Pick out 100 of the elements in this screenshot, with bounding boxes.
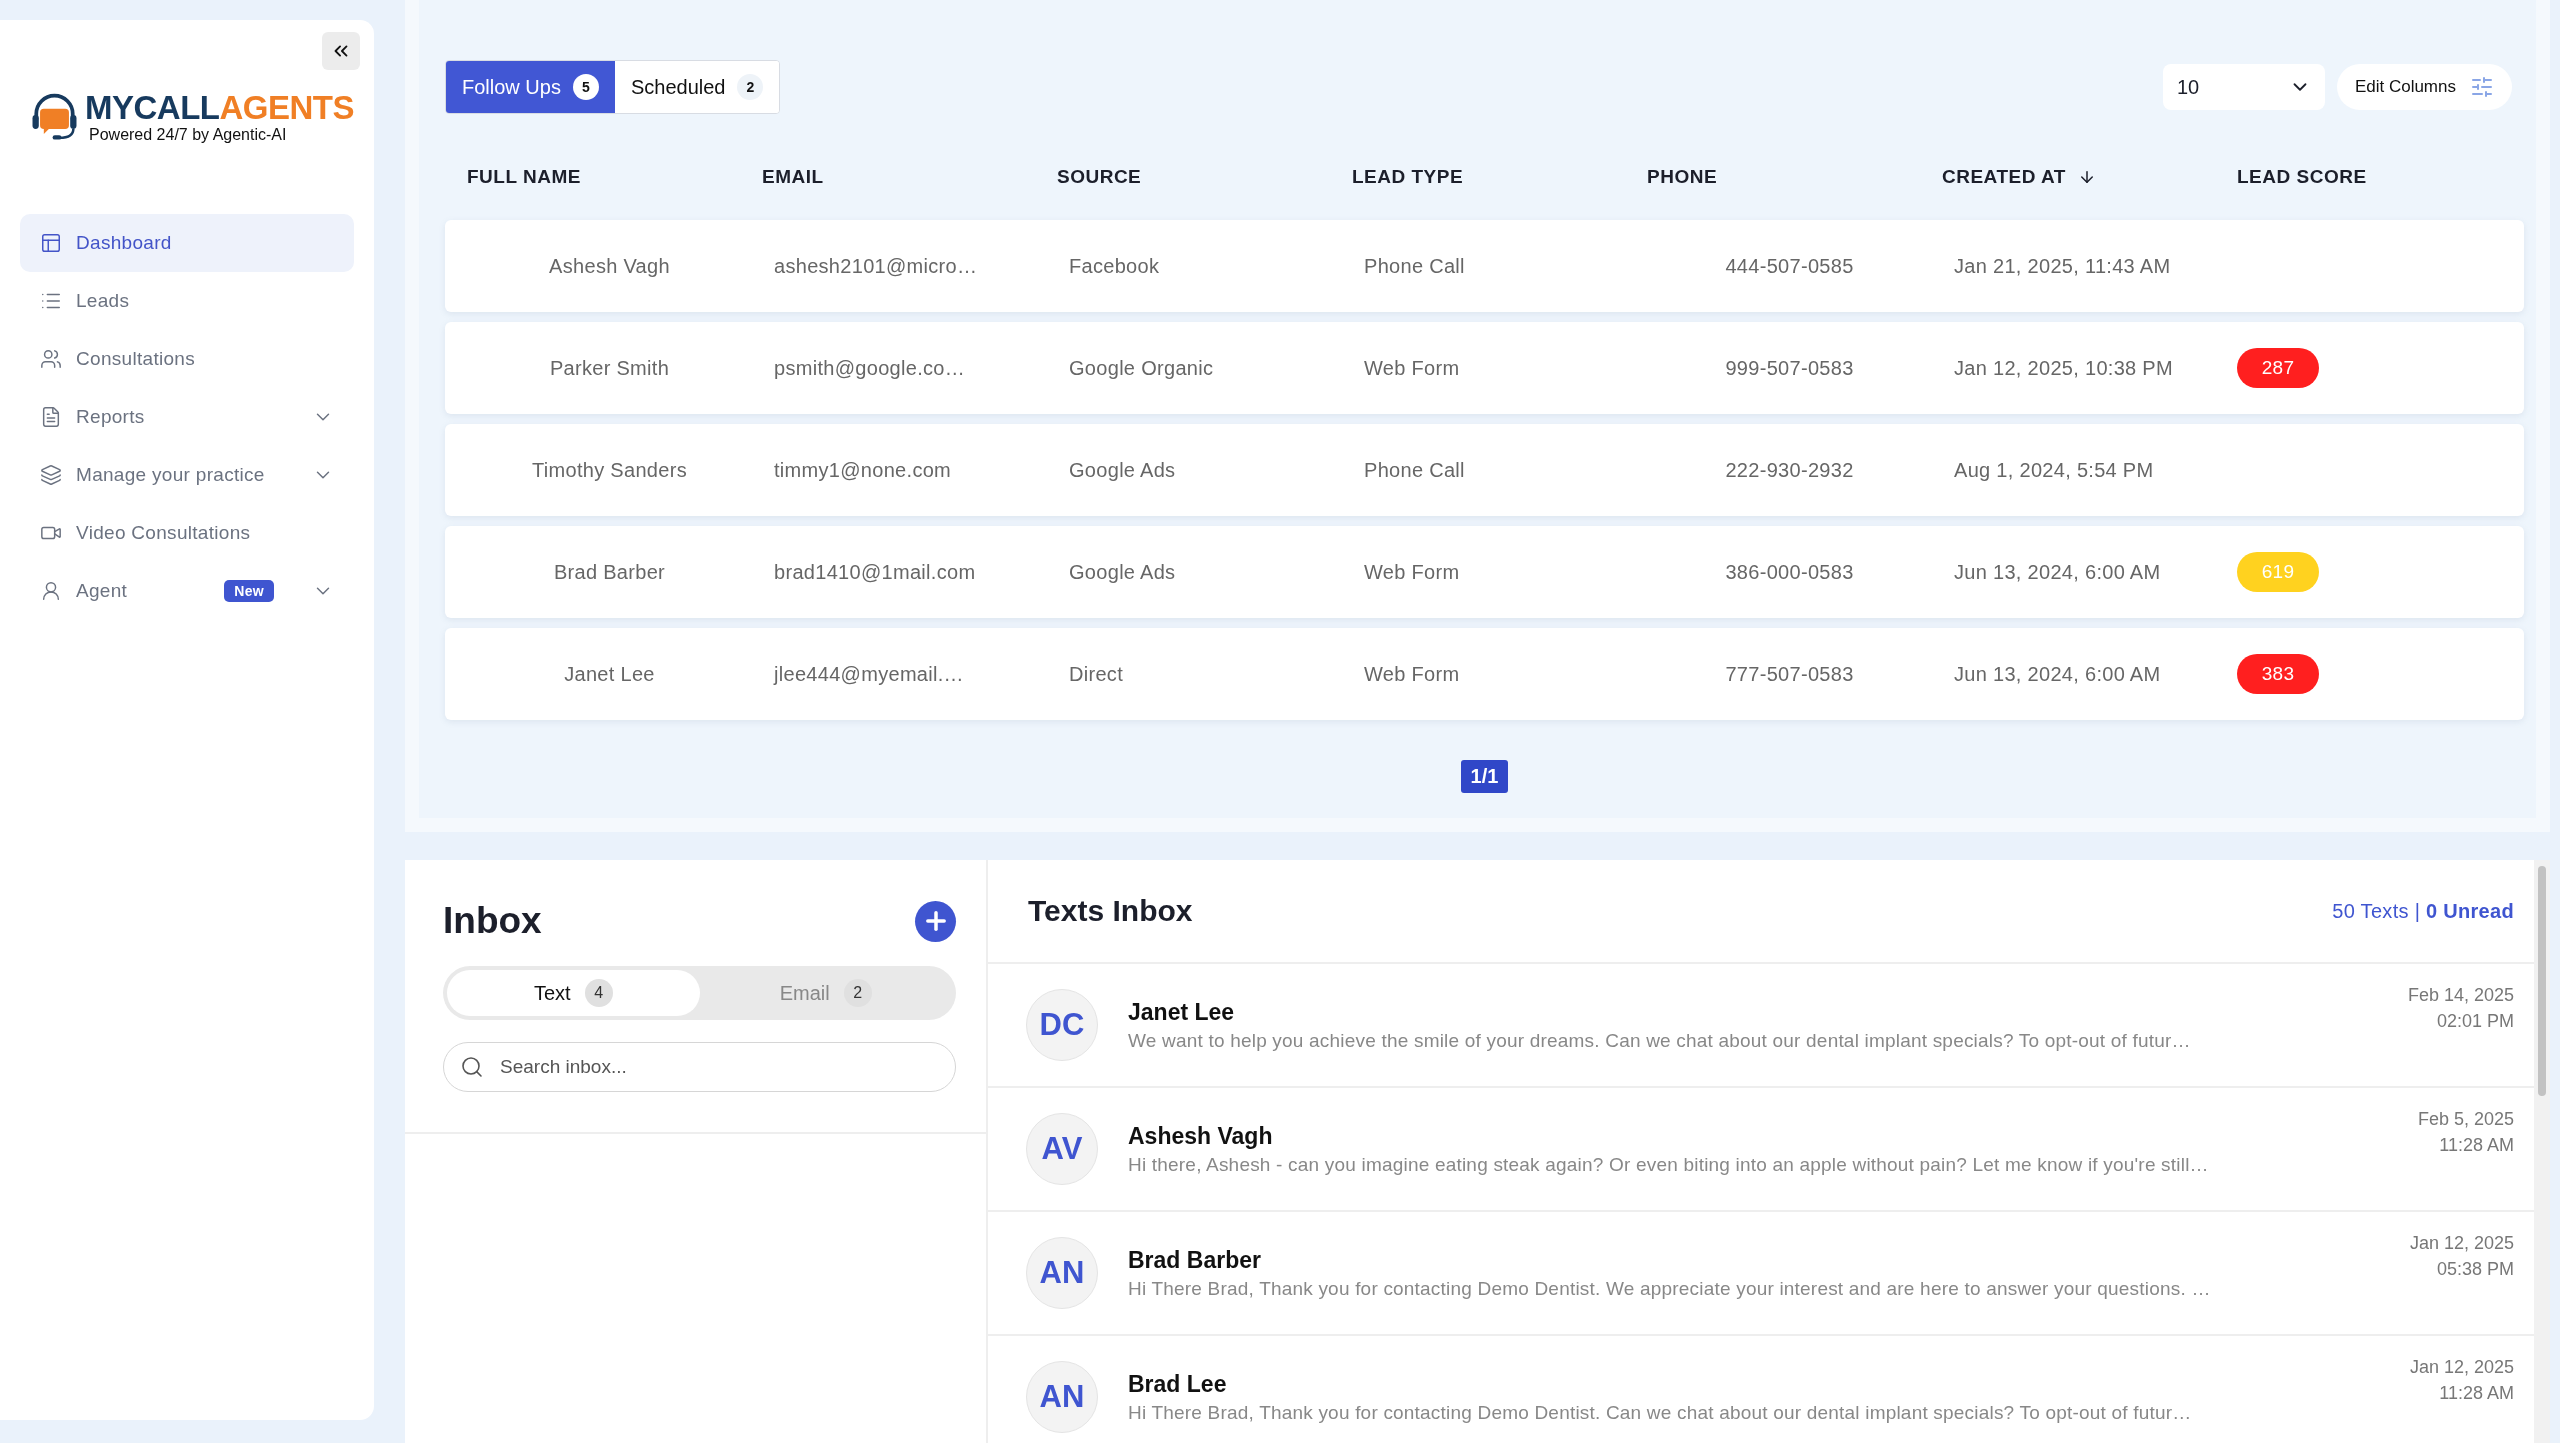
table-cell-text: Google Organic (1068, 356, 1215, 380)
column-header: EMAIL (762, 166, 824, 188)
sidebar-nav-item[interactable]: Manage your practice (20, 446, 354, 504)
lead-row[interactable]: Ashesh Vagh ashesh2101@micro… Facebook Phone Call 444-507-0585 Jan 21, 2025, 11:43 AM (445, 220, 2524, 312)
search-bar[interactable]: Search inbox... (443, 1042, 956, 1092)
inbox-title: Inbox (443, 900, 542, 942)
logo-wordmark: MYCALLAGENTS (85, 90, 354, 124)
sidebar-nav-item[interactable]: Consultations (20, 330, 354, 388)
search-icon (460, 1055, 484, 1079)
sender-name: Ashesh Vagh (1128, 1122, 1274, 1150)
table-cell-text: 222-930-2932 (1724, 458, 1855, 482)
table-cell-text: Brad Barber (552, 560, 667, 584)
table-cell-text: jlee444@myemail.… (772, 662, 965, 686)
table-cell-text: Parker Smith (548, 356, 671, 380)
inbox-type-option[interactable]: Text 4 (447, 970, 700, 1016)
filter-tab[interactable]: Follow Ups 5 (446, 61, 615, 113)
dashboard-icon (40, 232, 62, 254)
sender-name: Brad Lee (1128, 1370, 1228, 1398)
users-icon (40, 348, 62, 370)
column-header: SOURCE (1057, 166, 1142, 188)
table-cell-text: brad1410@1mail.com (773, 560, 977, 584)
message-row[interactable]: AN Brad Barber Hi There Brad, Thank you for contacting Demo Dentist. We appreciate your interest and are here to answer your questions. … Jan 12, 2025 05:38 PM (988, 1212, 2534, 1336)
texts-summary: 50 Texts | 0 Unread (2332, 899, 2514, 923)
sidebar-nav-item[interactable]: Leads (20, 272, 354, 330)
initials-avatar: AV (1026, 1113, 1098, 1185)
lead-row[interactable]: Janet Lee jlee444@myemail.… Direct Web Form 777-507-0583 Jun 13, 2024, 6:00 AM 383 (445, 628, 2524, 720)
initials-avatar: AN (1026, 1361, 1098, 1433)
lead-row[interactable]: Parker Smith psmith@google.co… Google Organic Web Form 999-507-0583 Jan 12, 2025, 10:38 PM 287 (445, 322, 2524, 414)
table-cell-text: 444-507-0585 (1724, 254, 1855, 278)
table-cell-text: Janet Lee (563, 662, 656, 686)
column-header: FULL NAME (467, 166, 581, 188)
scrollbar-track[interactable] (2534, 860, 2550, 1443)
texts-inbox-title: Texts Inbox (1028, 894, 1193, 928)
inbox-type-option[interactable]: Email 2 (699, 970, 952, 1016)
table-cell-text: Direct (1068, 662, 1125, 686)
sender-name: Brad Barber (1128, 1246, 1262, 1274)
lead-score-pill: 287 (2237, 348, 2319, 388)
column-header: LEAD TYPE (1352, 166, 1464, 188)
table-cell-text: 999-507-0583 (1724, 356, 1855, 380)
message-row[interactable]: AN Brad Lee Hi There Brad, Thank you for contacting Demo Dentist. Can we chat about our dental implant specials? To opt-out of futur… Jan 12, 2025 11:28 AM (988, 1336, 2534, 1443)
message-time: 11:28 AM (2439, 1382, 2514, 1405)
sidebar-nav-item[interactable]: Video Consultations (20, 504, 354, 562)
tab-count: 5 (572, 74, 599, 100)
message-date: Feb 14, 2025 (2407, 984, 2514, 1007)
table-cell-text: Web Form (1363, 662, 1461, 686)
column-header: LEAD SCORE (2237, 166, 2367, 188)
count-chip: 2 (843, 979, 872, 1007)
table-cell-text: 777-507-0583 (1724, 662, 1855, 686)
lead-score-pill: 383 (2237, 654, 2319, 694)
table-cell-text: Web Form (1363, 560, 1461, 584)
initials-avatar: DC (1026, 989, 1098, 1061)
logo-tagline: Powered 24/7 by Agentic-AI (89, 125, 288, 144)
message-row[interactable]: DC Janet Lee We want to help you achieve the smile of your dreams. Can we chat about our dental implant specials? To opt-out of futur… Feb 14, 2025 02:01 PM (988, 964, 2534, 1088)
scrollbar-thumb[interactable] (2538, 866, 2546, 1096)
message-preview: Hi there, Ashesh - can you imagine eating steak again? Or even biting into an apple without pain? Let me know if you're still… (1128, 1153, 2210, 1176)
table-cell-text: Timothy Sanders (531, 458, 688, 482)
message-time: 05:38 PM (2436, 1258, 2514, 1281)
sidebar-nav-item[interactable]: Agent New (20, 562, 354, 620)
table-cell-text: Phone Call (1363, 458, 1466, 482)
table-cell-text: Aug 1, 2024, 5:54 PM (1953, 458, 2155, 482)
table-cell-text: timmy1@none.com (773, 458, 953, 482)
message-row[interactable]: AV Ashesh Vagh Hi there, Ashesh - can you imagine eating steak again? Or even biting into an apple without pain? Let me know if you're still… Feb 5, 2025 11:28 AM (988, 1088, 2534, 1212)
edit-columns-button[interactable]: Edit Columns (2336, 64, 2512, 110)
message-time: 02:01 PM (2436, 1010, 2514, 1033)
lead-row[interactable]: Timothy Sanders timmy1@none.com Google Ads Phone Call 222-930-2932 Aug 1, 2024, 5:54 PM (445, 424, 2524, 516)
table-cell-text: ashesh2101@micro… (773, 254, 979, 278)
person-icon (40, 580, 62, 602)
table-cell-text: Google Ads (1068, 560, 1177, 584)
layers-icon (40, 464, 62, 486)
count-chip: 4 (584, 979, 613, 1007)
sidebar-nav-item[interactable]: Dashboard (20, 214, 354, 272)
table-cell-text: 386-000-0583 (1724, 560, 1855, 584)
table-cell-text: Jun 13, 2024, 6:00 AM (1953, 662, 2162, 686)
tab-count: 2 (737, 74, 764, 100)
lead-score-pill: 619 (2237, 552, 2319, 592)
table-cell-text: Web Form (1363, 356, 1461, 380)
message-time: 11:28 AM (2439, 1134, 2514, 1157)
message-preview: Hi There Brad, Thank you for contacting Demo Dentist. We appreciate your interest and are here to answer your questions. … (1128, 1277, 2212, 1300)
table-cell-text: Facebook (1068, 254, 1161, 278)
new-badge: New (224, 580, 274, 602)
collapse-sidebar-button[interactable] (322, 32, 360, 70)
table-cell-text: Phone Call (1363, 254, 1466, 278)
table-cell-text: Google Ads (1068, 458, 1177, 482)
table-cell-text: Jan 21, 2025, 11:43 AM (1953, 254, 2172, 278)
sliders-icon (2470, 75, 2494, 99)
message-preview: We want to help you achieve the smile of your dreams. Can we chat about our dental implant specials? To opt-out of futur… (1128, 1029, 2192, 1052)
column-header: CREATED AT (1942, 166, 2066, 188)
table-cell-text: Jun 13, 2024, 6:00 AM (1953, 560, 2162, 584)
column-header: PHONE (1647, 166, 1718, 188)
pagination-indicator[interactable]: 1/1 (1460, 760, 1509, 793)
document-icon (40, 406, 62, 428)
message-date: Feb 5, 2025 (2417, 1108, 2514, 1131)
sender-name: Janet Lee (1128, 998, 1236, 1026)
add-button[interactable] (915, 900, 956, 942)
inbox-search-field[interactable]: Search inbox... (498, 1045, 939, 1089)
message-date: Jan 12, 2025 (2409, 1356, 2514, 1379)
message-date: Jan 12, 2025 (2409, 1232, 2514, 1255)
sidebar-nav-item[interactable]: Reports (20, 388, 354, 446)
page-size-select[interactable]: 10 (2162, 64, 2325, 110)
lead-row[interactable]: Brad Barber brad1410@1mail.com Google Ads Web Form 386-000-0583 Jun 13, 2024, 6:00 AM 619 (445, 526, 2524, 618)
